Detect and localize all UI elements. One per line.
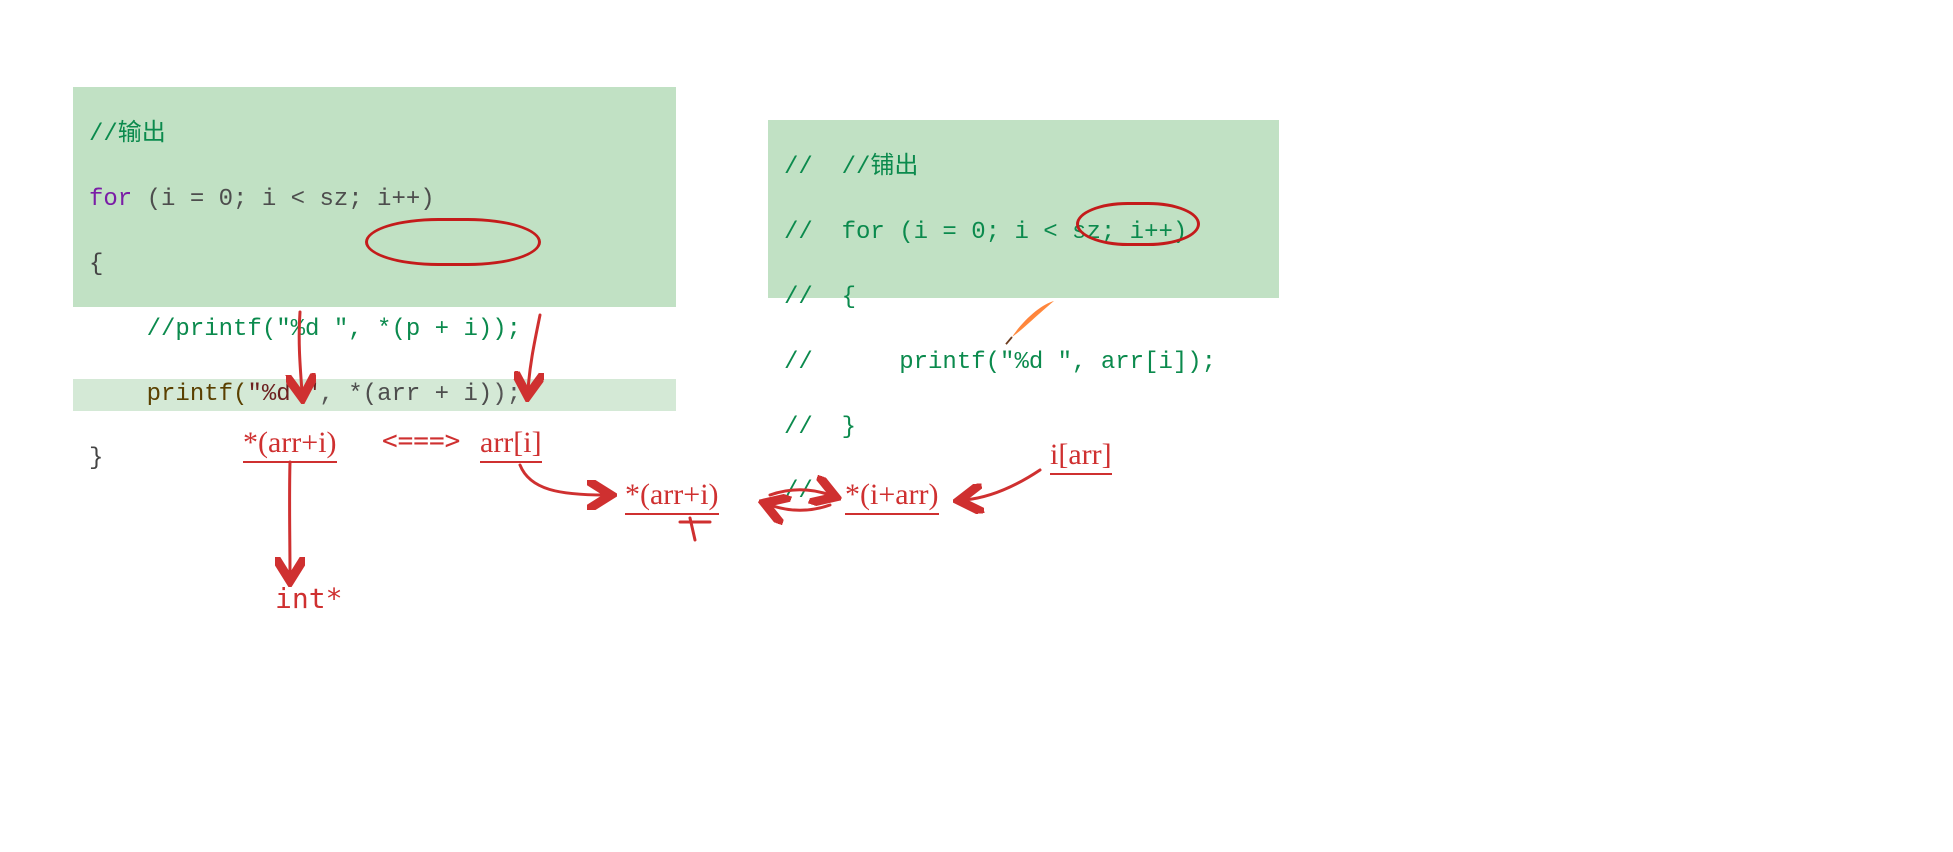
right-l2-slash: // [784, 284, 813, 311]
right-l5-slash: // [784, 478, 813, 505]
annot-type: int* [275, 582, 342, 615]
right-l1-text: for (i = 0; i < sz; i++) [813, 219, 1187, 246]
annot-equiv: <===> [382, 426, 460, 456]
left-format-str: "%d " [247, 381, 319, 408]
annot-expr1: *(arr+i) [243, 426, 337, 460]
right-l0-text: //铺出 [813, 154, 919, 181]
right-l4-slash: // [784, 414, 813, 441]
feather-icon [1000, 295, 1060, 355]
right-l0-slash: // [784, 154, 813, 181]
left-printf: printf( [89, 381, 247, 408]
annot-expr2: arr[i] [480, 426, 542, 460]
left-for-keyword: for [89, 186, 132, 213]
code-block-left: //输出 for (i = 0; i < sz; i++) { //printf… [73, 87, 676, 307]
right-l4-text: } [813, 414, 856, 441]
annot-expr5: i[arr] [1050, 438, 1112, 472]
left-commented-printf: //printf("%d ", *(p + i)); [89, 316, 521, 343]
left-active-line: printf("%d ", *(arr + i)); [73, 379, 676, 411]
left-open-brace: { [89, 251, 103, 278]
left-for-rest: (i = 0; i < sz; i++) [132, 186, 434, 213]
right-l3-slash: // [784, 349, 813, 376]
left-semi: ); [492, 381, 521, 408]
annot-expr3: *(arr+i) [625, 478, 719, 512]
left-line1: //输出 [89, 121, 166, 148]
right-l1-slash: // [784, 219, 813, 246]
code-block-right: // //铺出 // for (i = 0; i < sz; i++) // {… [768, 120, 1279, 298]
annot-expr4: *(i+arr) [845, 478, 939, 512]
left-deref-expr: *(arr + i) [348, 381, 492, 408]
left-close-brace: } [89, 445, 103, 472]
left-comma: , [319, 381, 348, 408]
right-l2-text: { [813, 284, 856, 311]
